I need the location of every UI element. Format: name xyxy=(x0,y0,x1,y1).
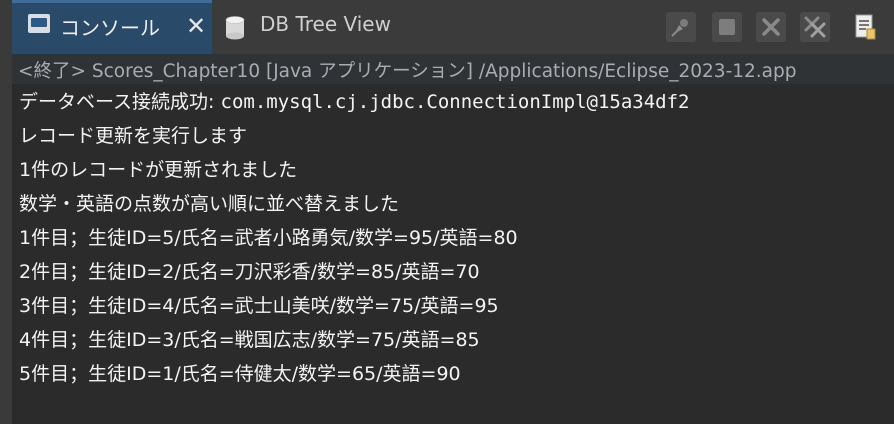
terminate-icon[interactable] xyxy=(712,12,742,42)
left-edge xyxy=(0,0,12,424)
console-line: 2件目；生徒ID=2/氏名=刀沢彩香/数学=85/英語=70 xyxy=(19,261,480,283)
tab-db-tree-view[interactable]: DB Tree View xyxy=(260,12,391,36)
console-line: 1件のレコードが更新されました xyxy=(19,159,298,181)
remove-launch-icon[interactable] xyxy=(756,12,786,42)
remove-all-icon[interactable] xyxy=(800,12,830,42)
console-line: 4件目；生徒ID=3/氏名=戦国広志/数学=75/英語=85 xyxy=(19,329,480,351)
console-line: 数学・英語の点数が高い順に並べ替えました xyxy=(19,193,400,215)
active-tab-accent xyxy=(12,0,212,3)
tab-console-label: コンソール xyxy=(60,16,160,40)
pin-icon[interactable] xyxy=(666,12,696,42)
console-line: 3件目；生徒ID=4/氏名=武士山美咲/数学=75/英語=95 xyxy=(19,295,499,317)
launch-description: <終了> Scores_Chapter10 [Java アプリケーション] /A… xyxy=(18,61,797,82)
console-line: 1件目；生徒ID=5/氏名=武者小路勇気/数学=95/英語=80 xyxy=(19,227,518,249)
console-line: レコード更新を実行します xyxy=(19,125,248,147)
console-toolbar xyxy=(660,8,894,48)
clipboard-icon[interactable] xyxy=(850,12,880,42)
database-icon xyxy=(225,16,245,40)
console-line: データベース接続成功: com.mysql.cj.jdbc.Connection… xyxy=(19,87,690,114)
console-icon xyxy=(28,14,50,33)
tab-console[interactable]: コンソール ✕ xyxy=(12,0,212,54)
console-line: 5件目；生徒ID=1/氏名=侍健太/数学=65/英語=90 xyxy=(19,363,461,385)
connection-object: com.mysql.cj.jdbc.ConnectionImpl@15a34df… xyxy=(220,91,690,113)
console-output[interactable]: データベース接続成功: com.mysql.cj.jdbc.Connection… xyxy=(12,84,894,424)
close-icon[interactable]: ✕ xyxy=(186,14,206,38)
launch-description-bar: <終了> Scores_Chapter10 [Java アプリケーション] /A… xyxy=(12,54,894,85)
connection-message: データベース接続成功: xyxy=(19,91,221,113)
